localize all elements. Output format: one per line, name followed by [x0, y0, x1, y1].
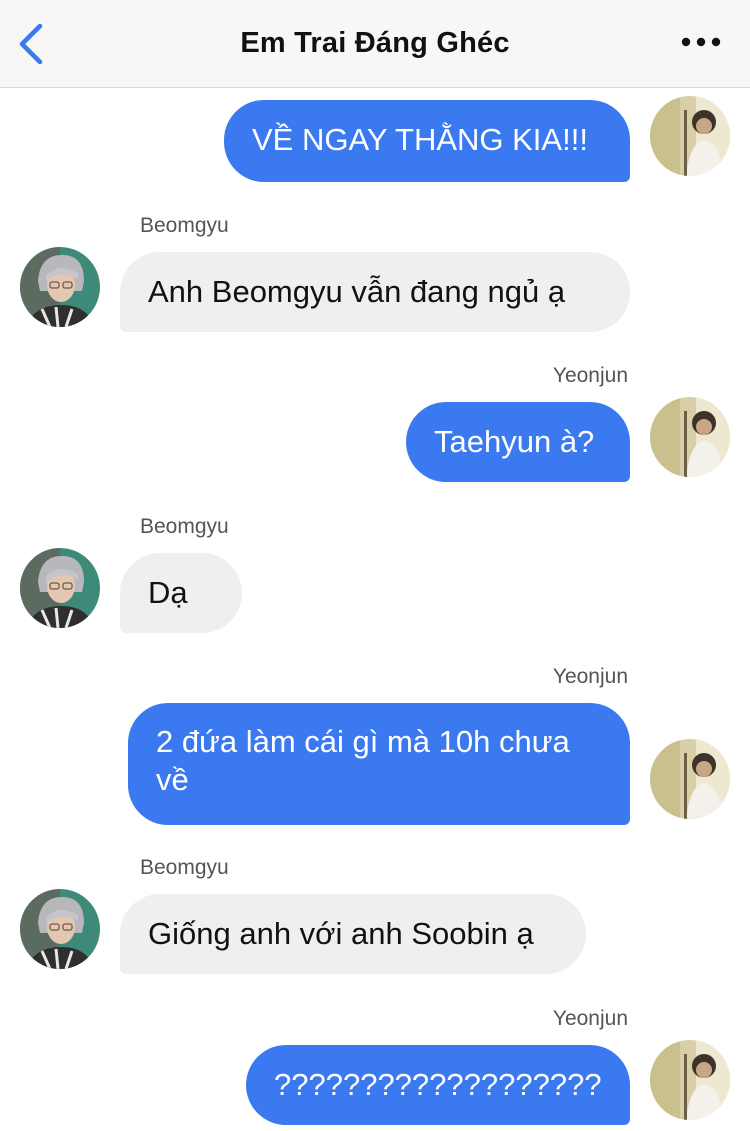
- sender-name: Beomgyu: [140, 214, 229, 237]
- more-horizontal-icon: [681, 37, 721, 47]
- outgoing-message-bubble[interactable]: 2 đứa làm cái gì mà 10h chưa về: [128, 703, 630, 825]
- yeonjun-avatar[interactable]: [650, 397, 730, 477]
- outgoing-message-bubble[interactable]: Taehyun à?: [406, 402, 630, 482]
- more-button[interactable]: [676, 30, 726, 54]
- yeonjun-avatar[interactable]: [650, 1040, 730, 1120]
- chat-title: Em Trai Đáng Ghéc: [240, 27, 510, 59]
- sender-name: Yeonjun: [552, 665, 628, 688]
- sender-name: Beomgyu: [140, 856, 229, 879]
- chat-header: Em Trai Đáng Ghéc: [0, 0, 750, 88]
- sender-name: Beomgyu: [140, 515, 229, 538]
- incoming-message-bubble[interactable]: Dạ: [120, 553, 242, 633]
- incoming-message-bubble[interactable]: Giống anh với anh Soobin ạ: [120, 894, 586, 974]
- beomgyu-avatar[interactable]: [20, 889, 100, 969]
- sender-name: Yeonjun: [552, 1007, 628, 1030]
- outgoing-message-bubble[interactable]: ???????????????????: [246, 1045, 630, 1125]
- outgoing-message-bubble[interactable]: VỀ NGAY THẰNG KIA!!!: [224, 100, 630, 182]
- beomgyu-avatar[interactable]: [20, 247, 100, 327]
- incoming-message-bubble[interactable]: Anh Beomgyu vẫn đang ngủ ạ: [120, 252, 630, 332]
- sender-name: Yeonjun: [552, 364, 628, 387]
- yeonjun-avatar[interactable]: [650, 739, 730, 819]
- yeonjun-avatar[interactable]: [650, 96, 730, 176]
- beomgyu-avatar[interactable]: [20, 548, 100, 628]
